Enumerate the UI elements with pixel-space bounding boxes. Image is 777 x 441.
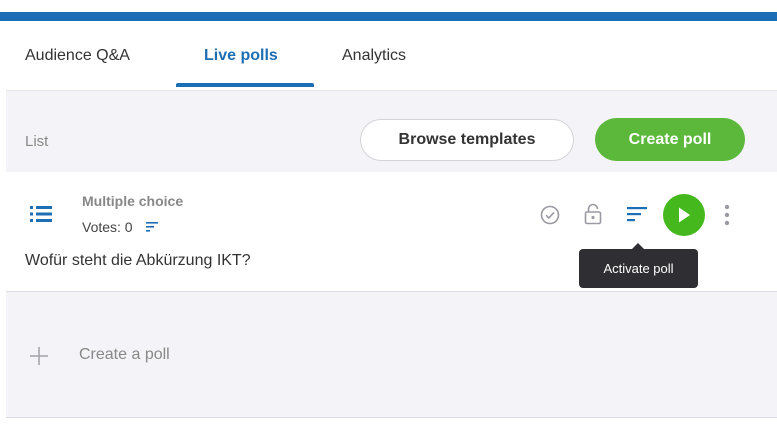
sort-icon[interactable] — [626, 205, 648, 223]
top-bar — [0, 0, 777, 21]
plus-icon — [30, 347, 48, 365]
activate-poll-tooltip: Activate poll — [579, 243, 698, 288]
active-tab-indicator — [176, 83, 314, 87]
create-a-poll-link[interactable]: Create a poll — [79, 346, 170, 364]
tab-analytics[interactable]: Analytics — [342, 21, 406, 90]
more-vert-icon[interactable] — [721, 202, 733, 228]
tab-bar: Audience Q&A Live polls Analytics — [6, 21, 777, 90]
poll-type: Multiple choice — [82, 193, 184, 209]
poll-question: Wofür steht die Abkürzung IKT? — [25, 252, 251, 269]
list-label: List — [25, 133, 49, 150]
lock-icon[interactable] — [582, 202, 604, 226]
play-icon — [679, 207, 690, 223]
tab-audience-qa[interactable]: Audience Q&A — [25, 21, 130, 90]
create-poll-row[interactable]: Create a poll — [6, 292, 777, 418]
browse-templates-button[interactable]: Browse templates — [360, 119, 574, 161]
bottom-divider — [6, 417, 777, 418]
tab-live-polls[interactable]: Live polls — [204, 21, 278, 90]
brand-stripe — [0, 12, 777, 21]
create-poll-button[interactable]: Create poll — [595, 118, 745, 161]
poll-votes: Votes: 0 — [82, 219, 133, 235]
polls-panel: List Browse templates Create poll Multip… — [6, 90, 777, 417]
list-icon — [30, 206, 52, 222]
check-circle-icon[interactable] — [539, 204, 561, 226]
activate-poll-button[interactable] — [663, 194, 705, 236]
votes-sort-icon — [146, 222, 158, 232]
